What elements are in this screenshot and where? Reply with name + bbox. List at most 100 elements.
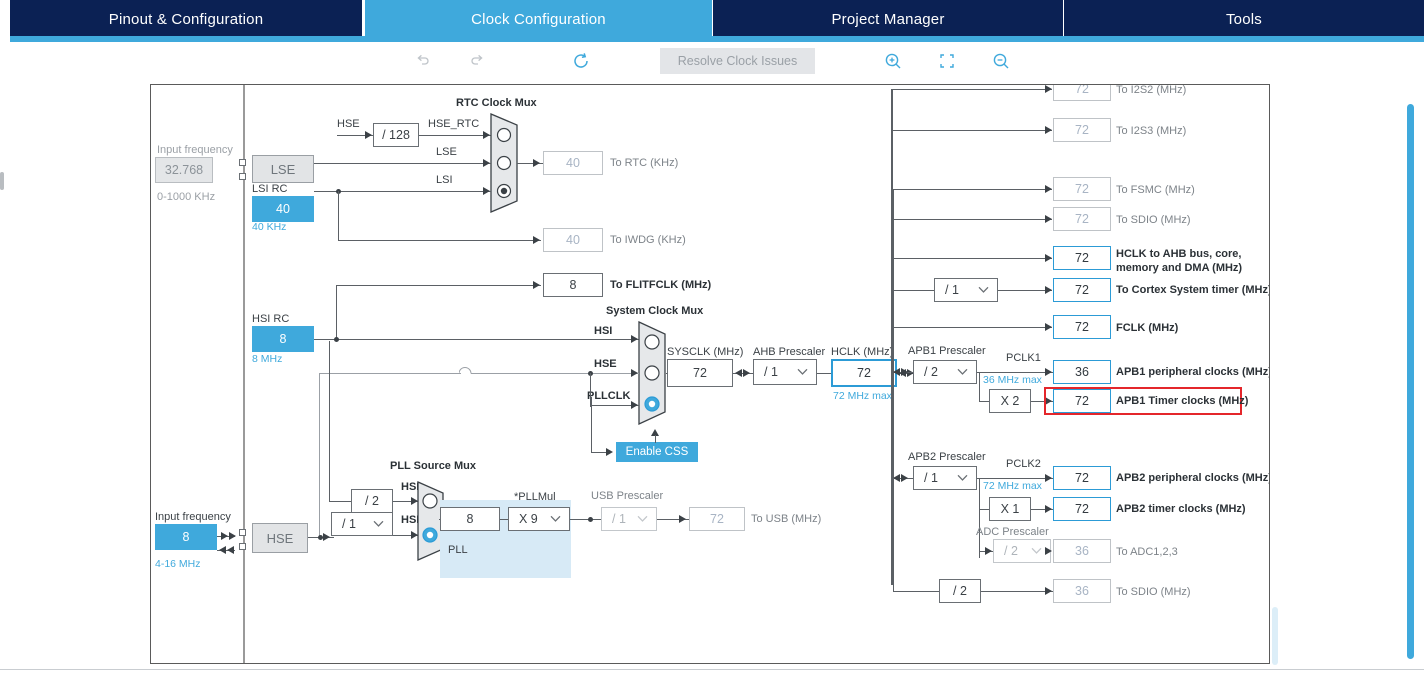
apb2-timer-value[interactable]: 72 (1053, 497, 1111, 521)
enable-css-button[interactable]: Enable CSS (616, 442, 698, 462)
lse-oscillator-block[interactable]: LSE (252, 155, 314, 183)
cortex-systick-prescaler-select[interactable]: / 1 (934, 278, 998, 302)
apb2-prescaler-select[interactable]: / 1 (913, 466, 977, 490)
usb-prescaler-title: USB Prescaler (591, 490, 664, 502)
to-fsmc-value: 72 (1053, 177, 1111, 201)
apb2-peripheral-value[interactable]: 72 (1053, 466, 1111, 490)
adc-prescaler-value: / 2 (1004, 544, 1018, 558)
apb1-timer-multiplier: X 2 (989, 389, 1031, 413)
left-scrollbar-nub[interactable] (0, 172, 4, 190)
pllmul-value: X 9 (519, 512, 538, 526)
arrow-hse-in-b (227, 546, 234, 554)
chevron-down-icon (637, 511, 648, 525)
usb-prescaler-select[interactable]: / 1 (601, 507, 657, 531)
chevron-down-icon (957, 364, 968, 378)
to-sdio-ahb-value: 72 (1053, 207, 1111, 231)
arrow-to-fclk (1045, 323, 1052, 331)
apb1-max-label: 36 MHz max (983, 374, 1042, 386)
sysclk-title: SYSCLK (MHz) (667, 346, 744, 358)
lse-input-frequency-field[interactable]: 32.768 (155, 157, 213, 183)
rtc-clock-mux[interactable] (490, 113, 518, 213)
arrow-hse-to-sysmux (631, 369, 638, 377)
clock-tree-canvas[interactable]: Input frequency 32.768 0-1000 KHz LSE LS… (150, 84, 1270, 664)
tab-tools[interactable]: Tools (1064, 0, 1424, 38)
wire-css-riser (591, 397, 592, 453)
wire-to-cortex-pre (893, 290, 934, 291)
arrow-ahb-right (743, 369, 750, 377)
hclk-title: HCLK (MHz) (831, 346, 894, 358)
pllmul-select[interactable]: X 9 (508, 507, 570, 531)
wire-css-up (655, 435, 656, 443)
zoom-out-icon[interactable] (988, 48, 1014, 74)
reset-icon[interactable] (568, 48, 594, 74)
arrow-apb2-timer (1045, 505, 1052, 513)
wire-apb2-down-to-sdio (893, 478, 894, 591)
arrow-to-adcpre (985, 547, 992, 555)
undo-icon[interactable] (410, 48, 436, 74)
vertical-scrollbar-thumb[interactable] (1407, 104, 1414, 659)
arrow-hse-out-b (229, 532, 236, 540)
to-flitfclk-label: To FLITFCLK (MHz) (610, 279, 712, 291)
hclk-ahb-bus-value[interactable]: 72 (1053, 246, 1111, 270)
hsi-rc-title: HSI RC (252, 313, 290, 325)
wire-apb2-branch (979, 478, 980, 558)
usb-prescaler-value: / 1 (612, 512, 626, 526)
chevron-down-icon (957, 470, 968, 484)
hse-input-frequency-field[interactable]: 8 (155, 524, 217, 550)
hse-pin-square-top (239, 529, 246, 536)
wire-hsi-to-sysmux (314, 339, 639, 340)
system-clock-mux[interactable] (638, 321, 666, 425)
arrow-apb1-right (901, 368, 908, 376)
arrow-css-in (606, 448, 613, 456)
redo-icon[interactable] (464, 48, 490, 74)
hse-oscillator-block[interactable]: HSE (252, 523, 308, 553)
wire-to-sdio-ahb (893, 219, 1052, 220)
wire-hsi-branch-up (336, 285, 337, 339)
to-rtc-value: 40 (543, 151, 603, 175)
apb1-timer-value[interactable]: 72 (1053, 389, 1111, 413)
rtc-mux-input-lse-label: LSE (436, 146, 457, 158)
to-fsmc-label: To FSMC (MHz) (1116, 184, 1195, 196)
lsi-rc-unit: 40 KHz (252, 221, 287, 233)
tab-pinout-configuration[interactable]: Pinout & Configuration (10, 0, 362, 38)
hsi-rc-value[interactable]: 8 (252, 326, 314, 352)
fclk-value[interactable]: 72 (1053, 315, 1111, 339)
arrow-pllclk-to-sysmux (631, 401, 638, 409)
arrow-to-iwdg (533, 236, 540, 244)
zoom-in-icon[interactable] (880, 48, 906, 74)
to-rtc-label: To RTC (KHz) (610, 157, 679, 169)
arrow-div128-to-rtcmux (483, 131, 490, 139)
tab-project-manager[interactable]: Project Manager (713, 0, 1063, 38)
arrow-apb2-peripheral (1045, 474, 1052, 482)
pll-hse-divider-select[interactable]: / 1 (331, 512, 393, 536)
tab-clock-configuration[interactable]: Clock Configuration (365, 0, 712, 38)
tab-label: Project Manager (831, 10, 945, 28)
wire-hsi-down-to-div2 (329, 341, 330, 501)
cortex-systick-prescaler-value: / 1 (945, 283, 959, 297)
hse-divider-label: HSE (337, 118, 360, 130)
arrow-hse-out-a (221, 532, 228, 540)
arrow-to-flitfclk (533, 281, 540, 289)
wire-div128-to-rtcmux (419, 135, 491, 136)
hclk-value[interactable]: 72 (831, 359, 897, 387)
to-i2s2-label: To I2S2 (MHz) (1116, 84, 1187, 96)
fit-to-screen-icon[interactable] (934, 48, 960, 74)
ahb-prescaler-select[interactable]: / 1 (753, 359, 817, 385)
apb1-peripheral-value[interactable]: 36 (1053, 360, 1111, 384)
to-i2s2-value: 72 (1053, 85, 1111, 101)
wire-to-fclk (893, 327, 1052, 328)
apb1-prescaler-select[interactable]: / 2 (913, 360, 977, 384)
to-sdio-ahb-label: To SDIO (MHz) (1116, 214, 1191, 226)
lsi-rc-value[interactable]: 40 (252, 196, 314, 222)
wire-apb1-branch (979, 372, 980, 401)
to-i2s3-label: To I2S3 (MHz) (1116, 125, 1187, 137)
chevron-down-icon (550, 511, 561, 525)
resolve-clock-issues-button[interactable]: Resolve Clock Issues (660, 48, 815, 74)
lse-input-frequency-label: Input frequency (157, 144, 233, 156)
sysclk-value: 72 (667, 359, 733, 387)
apb2-peripheral-label: APB2 peripheral clocks (MHz) (1116, 472, 1270, 484)
to-cortex-systick-value[interactable]: 72 (1053, 278, 1111, 302)
pll-source-mux-title: PLL Source Mux (390, 460, 476, 472)
adc-prescaler-select[interactable]: / 2 (993, 539, 1051, 563)
arrow-to-sdio-ahb (1045, 215, 1052, 223)
